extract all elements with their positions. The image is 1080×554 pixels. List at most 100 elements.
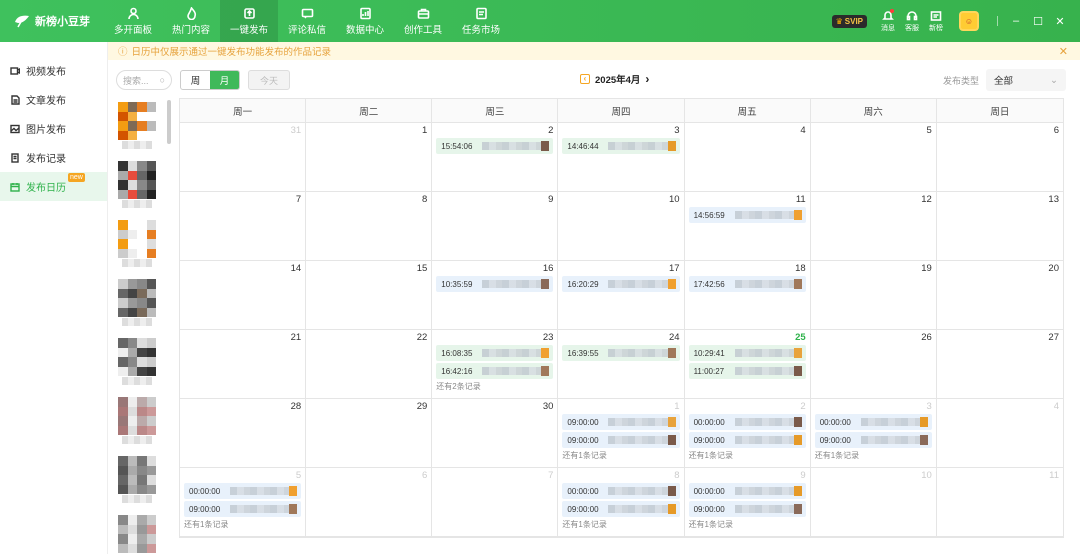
- calendar-day[interactable]: 11 14:56:59: [684, 192, 811, 261]
- publish-event[interactable]: 09:00:00: [688, 501, 806, 517]
- publish-event[interactable]: 16:39:55: [562, 345, 680, 361]
- publish-event[interactable]: 14:46:44: [562, 138, 680, 154]
- calendar-day[interactable]: 19: [810, 261, 937, 330]
- calendar-day[interactable]: 29: [306, 399, 433, 468]
- calendar-day[interactable]: 17 16:20:29: [558, 261, 685, 330]
- user-avatar[interactable]: ☺: [959, 11, 979, 31]
- calendar-day[interactable]: 6: [936, 123, 1063, 192]
- pub-type-select[interactable]: 全部 ⌄: [986, 69, 1066, 91]
- calendar-day[interactable]: 16 10:35:59: [432, 261, 559, 330]
- calendar-day[interactable]: 23 16:08:35 16:42:16 还有2条记录: [432, 330, 559, 399]
- calendar-day[interactable]: 26: [810, 330, 937, 399]
- week-view-button[interactable]: 周: [181, 71, 210, 89]
- calendar-day[interactable]: 10: [810, 468, 937, 537]
- calendar-day[interactable]: 8: [306, 192, 433, 261]
- prev-month-icon[interactable]: ‹: [580, 74, 590, 84]
- calendar-day[interactable]: 8 00:00:00 09:00:00 还有1条记录: [558, 468, 685, 537]
- more-records-link[interactable]: 还有1条记录: [562, 450, 683, 461]
- publish-event[interactable]: 17:42:56: [688, 276, 806, 292]
- month-view-button[interactable]: 月: [210, 71, 239, 89]
- calendar-day[interactable]: 15: [306, 261, 433, 330]
- calendar-day[interactable]: 11: [936, 468, 1063, 537]
- calendar-day[interactable]: 2 00:00:00 09:00:00 还有1条记录: [684, 399, 811, 468]
- account-item[interactable]: [118, 338, 156, 386]
- publish-event[interactable]: 10:29:41: [688, 345, 806, 361]
- publish-event[interactable]: 15:54:06: [436, 138, 554, 154]
- more-records-link[interactable]: 还有2条记录: [436, 381, 557, 392]
- calendar-day[interactable]: 1: [306, 123, 433, 192]
- calendar-day[interactable]: 20: [936, 261, 1063, 330]
- calendar-day[interactable]: 14: [180, 261, 307, 330]
- calendar-day[interactable]: 7: [180, 192, 307, 261]
- calendar-day[interactable]: 12: [810, 192, 937, 261]
- calendar-day[interactable]: 7: [432, 468, 559, 537]
- publish-event[interactable]: 00:00:00: [184, 483, 302, 499]
- calendar-day[interactable]: 18 17:42:56: [684, 261, 811, 330]
- nav-item-5[interactable]: 数据中心: [336, 0, 394, 42]
- publish-event[interactable]: 16:08:35: [436, 345, 554, 361]
- calendar-day[interactable]: 5: [810, 123, 937, 192]
- calendar-day[interactable]: 10: [558, 192, 685, 261]
- account-item[interactable]: [118, 515, 156, 554]
- calendar-day[interactable]: 3 14:46:44: [558, 123, 685, 192]
- more-records-link[interactable]: 还有1条记录: [562, 519, 683, 530]
- publish-event[interactable]: 16:20:29: [562, 276, 680, 292]
- calendar-day[interactable]: 21: [180, 330, 307, 399]
- search-input[interactable]: 搜索... ○: [116, 70, 172, 90]
- calendar-day[interactable]: 30: [432, 399, 559, 468]
- calendar-day[interactable]: 5 00:00:00 09:00:00 还有1条记录: [180, 468, 307, 537]
- publish-event[interactable]: 00:00:00: [688, 414, 806, 430]
- account-item[interactable]: [118, 220, 156, 268]
- calendar-day[interactable]: 4: [684, 123, 811, 192]
- next-month-icon[interactable]: ›: [645, 72, 649, 86]
- nav-item-3[interactable]: 一键发布: [220, 0, 278, 42]
- svip-badge[interactable]: ♛ SVIP: [831, 14, 867, 28]
- calendar-day[interactable]: 27: [936, 330, 1063, 399]
- close-icon[interactable]: ✕: [1052, 15, 1068, 28]
- today-button[interactable]: 今天: [248, 70, 290, 90]
- more-records-link[interactable]: 还有1条记录: [689, 519, 810, 530]
- publish-event[interactable]: 09:00:00: [688, 432, 806, 448]
- calendar-day[interactable]: 25 10:29:41 11:00:27: [684, 330, 811, 399]
- account-item[interactable]: [118, 397, 156, 445]
- calendar-day[interactable]: 4: [936, 399, 1063, 468]
- publish-event[interactable]: 14:56:59: [688, 207, 806, 223]
- minimize-icon[interactable]: –: [1008, 15, 1024, 27]
- more-records-link[interactable]: 还有1条记录: [689, 450, 810, 461]
- publish-event[interactable]: 09:00:00: [562, 432, 680, 448]
- sidebar-item-4[interactable]: 发布记录: [0, 143, 107, 172]
- nav-item-4[interactable]: 评论私信: [278, 0, 336, 42]
- calendar-day[interactable]: 3 00:00:00 09:00:00 还有1条记录: [810, 399, 937, 468]
- account-item[interactable]: [118, 161, 156, 209]
- service-button[interactable]: 客服: [903, 10, 921, 33]
- calendar-day[interactable]: 2 15:54:06: [432, 123, 559, 192]
- nav-item-1[interactable]: 多开面板: [104, 0, 162, 42]
- calendar-day[interactable]: 24 16:39:55: [558, 330, 685, 399]
- publish-event[interactable]: 09:00:00: [562, 501, 680, 517]
- calendar-day[interactable]: 1 09:00:00 09:00:00 还有1条记录: [558, 399, 685, 468]
- account-item[interactable]: [118, 456, 156, 504]
- sidebar-item-2[interactable]: 文章发布: [0, 85, 107, 114]
- publish-event[interactable]: 11:00:27: [688, 363, 806, 379]
- sidebar-item-5[interactable]: 发布日历 new: [0, 172, 107, 201]
- more-records-link[interactable]: 还有1条记录: [815, 450, 936, 461]
- maximize-icon[interactable]: ☐: [1030, 15, 1046, 28]
- account-item[interactable]: [118, 279, 156, 327]
- nav-item-7[interactable]: 任务市场: [452, 0, 510, 42]
- publish-event[interactable]: 09:00:00: [184, 501, 302, 517]
- nav-item-6[interactable]: 创作工具: [394, 0, 452, 42]
- publish-event[interactable]: 00:00:00: [562, 483, 680, 499]
- newbie-button[interactable]: 新榜: [927, 10, 945, 33]
- publish-event[interactable]: 00:00:00: [688, 483, 806, 499]
- nav-item-2[interactable]: 热门内容: [162, 0, 220, 42]
- calendar-day[interactable]: 31: [180, 123, 307, 192]
- message-button[interactable]: 消息: [879, 8, 897, 33]
- publish-event[interactable]: 09:00:00: [562, 414, 680, 430]
- calendar-day[interactable]: 28: [180, 399, 307, 468]
- sidebar-item-3[interactable]: 图片发布: [0, 114, 107, 143]
- calendar-day[interactable]: 9: [432, 192, 559, 261]
- publish-event[interactable]: 09:00:00: [814, 432, 932, 448]
- publish-event[interactable]: 10:35:59: [436, 276, 554, 292]
- publish-event[interactable]: 00:00:00: [814, 414, 932, 430]
- account-item[interactable]: [118, 102, 156, 150]
